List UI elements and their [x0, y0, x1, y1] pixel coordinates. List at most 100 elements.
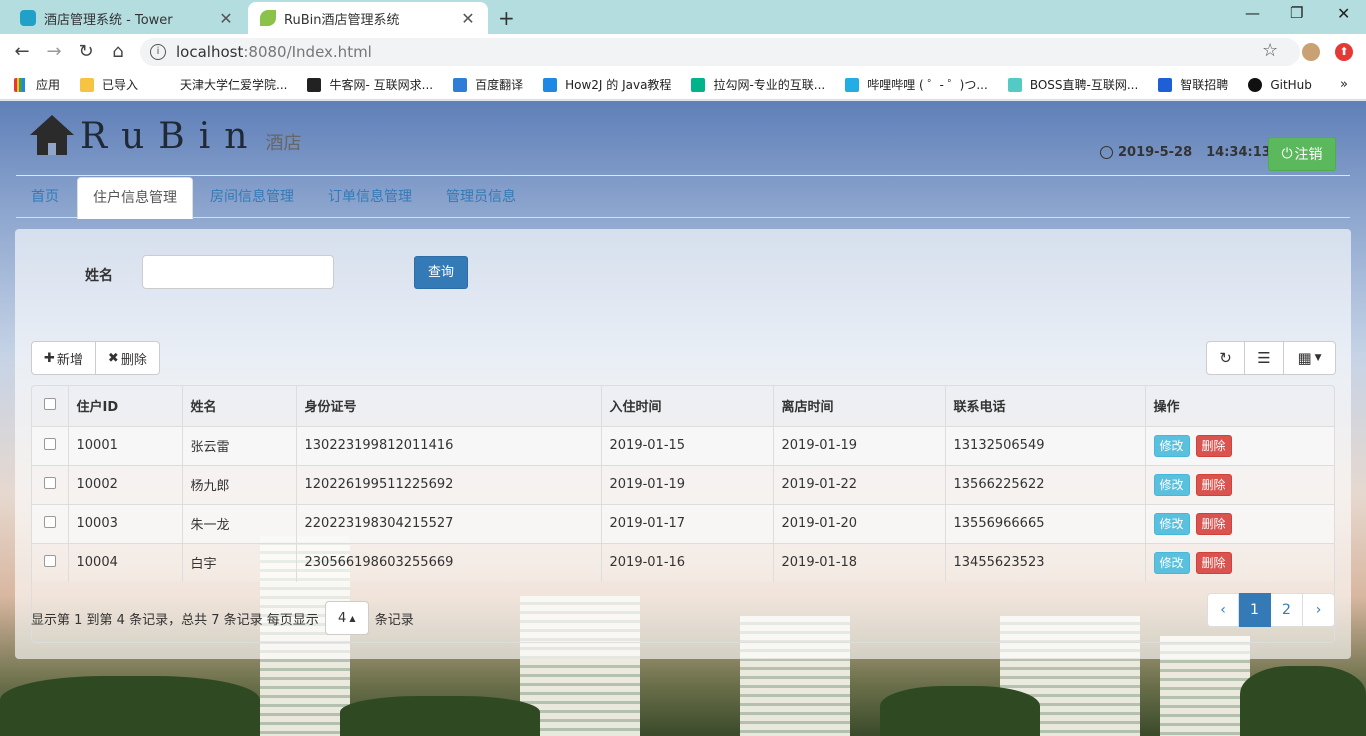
house-icon: [30, 115, 74, 157]
forward-arrow-icon[interactable]: →: [43, 41, 65, 62]
toggle-view-button[interactable]: ☰: [1245, 341, 1284, 375]
browser-tab-tower[interactable]: 酒店管理系统 - Tower ✕: [8, 2, 246, 34]
bookmark-imported[interactable]: 已导入: [80, 76, 138, 93]
bookmark-label: 拉勾网-专业的互联...: [713, 78, 826, 92]
edit-button[interactable]: 修改: [1153, 512, 1190, 535]
edit-button[interactable]: 修改: [1153, 473, 1190, 496]
table-row: 10004 白宇 230566198603255669 2019-01-16 2…: [32, 542, 1334, 582]
restore-icon[interactable]: ❐: [1290, 4, 1303, 22]
tab-label: 房间信息管理: [210, 189, 294, 205]
header-divider: [16, 175, 1350, 176]
background-trees: [340, 696, 540, 736]
row-checkbox[interactable]: [43, 515, 56, 528]
page-button-1[interactable]: 1: [1239, 593, 1271, 627]
close-window-icon[interactable]: ✕: [1337, 4, 1350, 23]
column-header[interactable]: 入住时间: [600, 386, 773, 427]
page-button-2[interactable]: 2: [1271, 593, 1303, 627]
guest-panel: 姓名 查询 ✚ 新增 ✖ 删除 ↻ ☰ ▦ ▼ 住户ID 姓名 身份证号 入住时…: [15, 229, 1351, 659]
row-actions: 修改 删除: [1144, 542, 1334, 582]
columns-dropdown-button[interactable]: ▦ ▼: [1284, 341, 1336, 375]
minimize-icon[interactable]: —: [1245, 4, 1260, 22]
select-all-checkbox[interactable]: [43, 397, 56, 410]
row-select-cell: [32, 503, 68, 543]
row-checkbox[interactable]: [43, 554, 56, 567]
page-size-value: 4: [338, 610, 347, 626]
more-bookmarks-icon[interactable]: »: [1340, 77, 1348, 92]
guest-id: 10001: [67, 425, 182, 465]
tower-favicon-icon: [20, 10, 36, 26]
browser-tab-rubin[interactable]: RuBin酒店管理系统 ✕: [248, 2, 488, 34]
delete-row-button[interactable]: 删除: [1195, 434, 1232, 457]
lagou-icon: [691, 77, 706, 92]
column-header[interactable]: 离店时间: [772, 386, 945, 427]
pagination: ‹ 1 2 ›: [1207, 593, 1335, 627]
tab-label: 订单信息管理: [328, 189, 412, 205]
tab-room-management[interactable]: 房间信息管理: [195, 177, 309, 218]
new-tab-icon[interactable]: +: [498, 6, 515, 30]
prev-page-button[interactable]: ‹: [1207, 593, 1239, 627]
site-info-icon[interactable]: i: [150, 44, 166, 60]
table-toolbar: ✚ 新增 ✖ 删除: [31, 341, 160, 375]
tab-admin-info[interactable]: 管理员信息: [431, 177, 531, 218]
caret-up-icon: ▲: [349, 613, 356, 623]
bookmark-github[interactable]: GitHub: [1248, 77, 1312, 92]
column-header[interactable]: 身份证号: [295, 386, 601, 427]
column-header[interactable]: 住户ID: [67, 386, 182, 427]
checkout-date: 2019-01-18: [772, 542, 945, 582]
extension-upload-icon[interactable]: ⬆: [1335, 43, 1353, 61]
column-header[interactable]: 联系电话: [944, 386, 1145, 427]
edit-button[interactable]: 修改: [1153, 551, 1190, 574]
bookmark-label: How2J 的 Java教程: [565, 78, 672, 92]
delete-row-button[interactable]: 删除: [1195, 473, 1232, 496]
refresh-button[interactable]: ↻: [1206, 341, 1245, 375]
name-search-input[interactable]: [142, 255, 334, 289]
translate-icon: [453, 77, 468, 92]
extension-burger-icon[interactable]: [1302, 43, 1320, 61]
tab-guest-management[interactable]: 住户信息管理: [77, 177, 193, 219]
bookmark-boss[interactable]: BOSS直聘-互联网...: [1007, 76, 1138, 93]
logout-button[interactable]: ⏻ 注销: [1268, 137, 1336, 171]
edit-button[interactable]: 修改: [1153, 434, 1190, 457]
delete-row-button[interactable]: 删除: [1195, 551, 1232, 574]
tab-order-management[interactable]: 订单信息管理: [313, 177, 427, 218]
next-page-button[interactable]: ›: [1303, 593, 1335, 627]
bookmark-label: GitHub: [1270, 77, 1312, 92]
bookmark-apps[interactable]: 应用: [14, 76, 60, 93]
guest-phone: 13566225622: [944, 464, 1145, 504]
guest-idcard: 130223199812011416: [295, 425, 601, 465]
row-checkbox[interactable]: [43, 476, 56, 489]
delete-row-button[interactable]: 删除: [1195, 512, 1232, 535]
row-actions: 修改 删除: [1144, 425, 1334, 465]
bookmark-nowcoder[interactable]: 牛客网- 互联网求...: [307, 76, 433, 93]
page-size-select[interactable]: 4 ▲: [324, 601, 369, 635]
checkout-date: 2019-01-20: [772, 503, 945, 543]
bookmark-lagou[interactable]: 拉勾网-专业的互联...: [691, 76, 825, 93]
query-button[interactable]: 查询: [414, 256, 468, 289]
bookmark-label: 应用: [36, 78, 61, 92]
bookmark-label: 天津大学仁爱学院...: [180, 78, 288, 92]
tab-home[interactable]: 首页: [16, 177, 74, 218]
column-header[interactable]: 姓名: [181, 386, 296, 427]
checkout-date: 2019-01-19: [772, 425, 945, 465]
bookmark-baidu-translate[interactable]: 百度翻译: [453, 76, 523, 93]
table-row: 10001 张云雷 130223199812011416 2019-01-15 …: [32, 425, 1334, 465]
close-tab-icon[interactable]: ✕: [218, 9, 234, 28]
guest-name: 白宇: [181, 542, 296, 582]
add-button[interactable]: ✚ 新增: [31, 341, 96, 375]
bookmark-star-icon[interactable]: ☆: [1262, 40, 1278, 61]
page-content: RuBin 酒店 2019-5-28 14:34:13 ⏻ 注销 首页 住户信息…: [0, 101, 1366, 736]
reload-icon[interactable]: ↻: [75, 41, 97, 62]
guest-phone: 13132506549: [944, 425, 1145, 465]
bookmark-bilibili[interactable]: 哔哩哔哩 ( ゜- ゜)つ...: [845, 76, 988, 93]
row-checkbox[interactable]: [43, 437, 56, 450]
delete-button[interactable]: ✖ 删除: [95, 341, 160, 375]
bookmark-how2j[interactable]: How2J 的 Java教程: [543, 76, 671, 93]
close-tab-icon[interactable]: ✕: [460, 9, 476, 28]
bookmark-tju[interactable]: 天津大学仁爱学院...: [158, 76, 287, 93]
bookmark-zhaopin[interactable]: 智联招聘: [1158, 76, 1228, 93]
back-arrow-icon[interactable]: ←: [11, 41, 33, 62]
url-bar[interactable]: i localhost:8080/Index.html: [140, 38, 1300, 66]
browser-tab-title: 酒店管理系统 - Tower: [44, 12, 173, 28]
row-select-cell: [32, 542, 68, 582]
home-icon[interactable]: ⌂: [107, 41, 129, 62]
